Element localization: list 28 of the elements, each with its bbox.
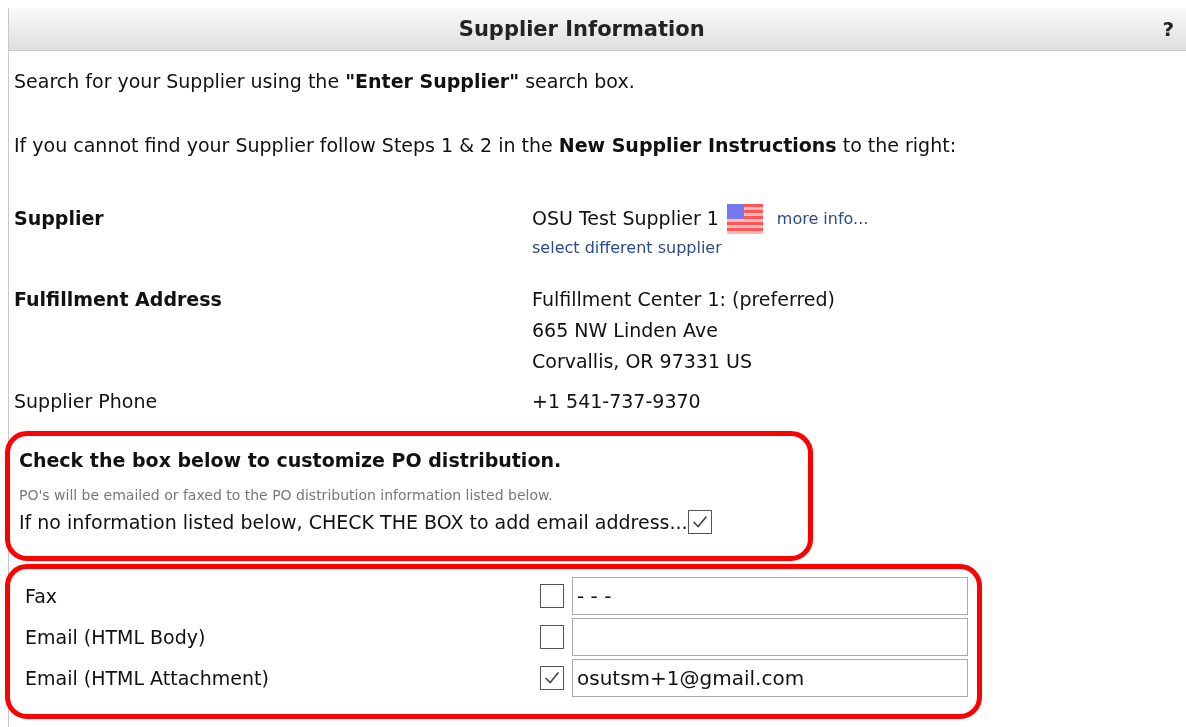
field-label: Supplier	[14, 206, 105, 231]
phone-number: +1 541-737-9370	[532, 389, 702, 414]
help-link[interactable]: ?	[1154, 17, 1186, 41]
supplier-name: OSU Test Supplier 1	[532, 206, 719, 231]
select-supplier-link[interactable]: select different supplier	[532, 234, 722, 262]
address-line: Fulfillment Center 1: (preferred)	[532, 287, 836, 312]
more-info-link[interactable]: more info...	[776, 209, 869, 228]
instruction-text: If you cannot find your Supplier follow Steps 1 & 2 in the New Supplier Instructions to the right:	[14, 133, 958, 158]
field-label: Email (HTML Body)	[25, 625, 207, 648]
input-field[interactable]: osutsm+1@gmail.com	[572, 658, 968, 697]
note-text: PO's will be emailed or faxed to the PO distribution information listed below.	[19, 486, 554, 504]
input-field[interactable]: - - -	[572, 576, 968, 615]
input-field[interactable]	[572, 617, 968, 656]
field-label: Fulfillment Address	[14, 287, 223, 312]
checkbox[interactable]	[687, 510, 712, 534]
checkbox[interactable]	[540, 665, 564, 690]
address-line: Corvallis, OR 97331 US	[532, 349, 754, 374]
prompt-text: If no information listed below, CHECK THE BOX to add email address...	[19, 511, 688, 533]
instruction-text: Search for your Supplier using the "Enter Supplier" search box.	[14, 69, 636, 94]
field-label: Fax	[25, 584, 59, 607]
field-label: Email (HTML Attachment)	[25, 666, 270, 689]
checkbox[interactable]	[540, 624, 564, 649]
section-heading: Check the box below to customize PO distribution.	[19, 448, 563, 473]
panel-title: Supplier Information	[457, 17, 706, 41]
flag-icon	[726, 203, 763, 234]
address-line: 665 NW Linden Ave	[532, 318, 719, 343]
checkbox[interactable]	[540, 583, 564, 608]
field-label: Supplier Phone	[14, 389, 159, 414]
